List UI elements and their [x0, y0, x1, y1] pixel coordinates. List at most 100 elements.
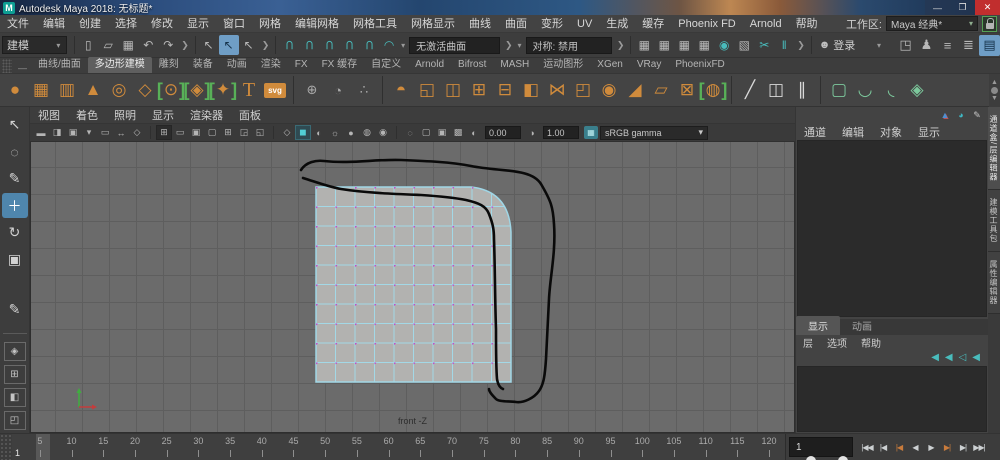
group-expander[interactable]: ❯: [178, 40, 192, 51]
create-empty-layer-icon[interactable]: ◁: [959, 352, 967, 363]
move-layer-up-icon[interactable]: ◀: [931, 352, 939, 363]
channel-box-menu-item[interactable]: 显示: [910, 124, 948, 140]
symmetry-field[interactable]: 对称: 禁用: [526, 37, 612, 54]
shelf-tab[interactable]: Arnold: [408, 57, 451, 73]
minimize-button[interactable]: —: [925, 0, 950, 15]
hypershade-layout-button[interactable]: ◰: [4, 411, 26, 430]
exposure-icon[interactable]: ◐: [466, 125, 482, 140]
shelf-tab[interactable]: VRay: [630, 57, 668, 73]
shelf-grip[interactable]: [2, 59, 12, 73]
shelf-tab[interactable]: PhoenixFD: [668, 57, 731, 73]
snap-to-view-plane-icon[interactable]: ⊂: [359, 35, 379, 55]
select-by-component-icon[interactable]: ↖: [239, 35, 259, 55]
lock-camera-icon[interactable]: ◨: [49, 125, 65, 140]
poly-plane-icon[interactable]: ◇: [132, 76, 158, 104]
group-expander[interactable]: ❯: [502, 40, 516, 51]
shelf-separator[interactable]: [293, 76, 294, 104]
viewport-canvas[interactable]: front -Z: [30, 142, 795, 433]
chevron-down-icon[interactable]: ▾: [399, 41, 407, 50]
colorspace-selector[interactable]: sRGB gamma ▾: [600, 126, 708, 140]
safe-title-icon[interactable]: ◱: [252, 125, 268, 140]
grid-fill-icon[interactable]: ⊟: [492, 76, 518, 104]
shelf-tab[interactable]: XGen: [590, 57, 630, 73]
shelf-tab[interactable]: MASH: [493, 57, 536, 73]
group-expander[interactable]: ❯: [614, 40, 628, 51]
poly-disc-icon[interactable]: ⊙: [158, 76, 184, 104]
shaded-icon[interactable]: ◼: [295, 125, 311, 140]
menu-item[interactable]: 窗口: [216, 15, 252, 33]
menu-item[interactable]: 缓存: [635, 15, 671, 33]
shelf-tab[interactable]: FX: [288, 57, 315, 73]
step-back-frame-button[interactable]: |◀: [875, 437, 891, 457]
move-tool[interactable]: ＋: [2, 193, 28, 218]
resolution-gate-icon[interactable]: ▣: [188, 125, 204, 140]
workspace-lock-button[interactable]: [982, 16, 997, 32]
circularize-icon[interactable]: ◉: [596, 76, 622, 104]
chevron-down-icon[interactable]: ▾: [515, 41, 523, 50]
shadows-icon[interactable]: ●: [343, 125, 359, 140]
menu-item[interactable]: 网格: [252, 15, 288, 33]
relax-brush-icon[interactable]: ◡: [852, 76, 878, 104]
hypershade-icon[interactable]: ▧: [734, 35, 754, 55]
menu-item[interactable]: 文件: [0, 15, 36, 33]
layer-menu-item[interactable]: 选项: [820, 335, 854, 350]
timeline-grip[interactable]: [0, 434, 12, 460]
shelf-tab[interactable]: FX 缓存: [315, 57, 365, 73]
snap-to-point-icon[interactable]: ⊂: [319, 35, 339, 55]
ambient-occlusion-icon[interactable]: ◍: [359, 125, 375, 140]
scale-tool[interactable]: ▣: [2, 247, 28, 272]
shelf-tab[interactable]: Bifrost: [451, 57, 493, 73]
persp-outliner-layout-button[interactable]: ◧: [4, 388, 26, 407]
shelf-tab[interactable]: 雕刻: [152, 57, 186, 73]
toolbar-separator[interactable]: [150, 126, 151, 139]
current-frame-field[interactable]: [789, 437, 853, 457]
duplicate-face-icon[interactable]: ▱: [648, 76, 674, 104]
extract-face-icon[interactable]: ⊠: [674, 76, 700, 104]
menu-item[interactable]: 曲线: [462, 15, 498, 33]
grid-toggle-icon[interactable]: ⊞: [156, 125, 172, 140]
show-manipulator-icon[interactable]: ▲: [938, 109, 952, 122]
modeling-toolkit-toggle[interactable]: ◳: [895, 35, 916, 56]
four-pane-layout-button[interactable]: ⊞: [4, 365, 26, 384]
side-tab[interactable]: 通道盒/层编辑器: [988, 107, 1000, 190]
insert-edge-loop-icon[interactable]: ◫: [763, 76, 789, 104]
gamma-field[interactable]: [543, 126, 579, 139]
sign-in-button[interactable]: ☻ 登录 ▾: [815, 36, 887, 54]
channel-box-menu-item[interactable]: 编辑: [834, 124, 872, 140]
menu-item[interactable]: 修改: [144, 15, 180, 33]
bevel-icon[interactable]: ◢: [622, 76, 648, 104]
save-scene-icon[interactable]: ▦: [118, 35, 138, 55]
oriented-view-icon[interactable]: ◇: [129, 125, 145, 140]
open-scene-icon[interactable]: ▱: [98, 35, 118, 55]
menu-item[interactable]: 编辑: [36, 15, 72, 33]
offset-edge-loop-icon[interactable]: ∥: [789, 76, 815, 104]
gamma-icon[interactable]: ◑: [524, 125, 540, 140]
center-pivot-icon[interactable]: ⊕: [299, 76, 325, 104]
shelf-scrollbar[interactable]: ▲ ▼: [989, 74, 1000, 107]
xray-icon[interactable]: ▢: [418, 125, 434, 140]
paint-select-tool[interactable]: ✎: [2, 166, 28, 191]
play-forwards-button[interactable]: ▶: [923, 437, 939, 457]
rotate-tool[interactable]: ↻: [2, 220, 28, 245]
shelf-tab[interactable]: 多边形建模: [88, 57, 152, 73]
move-layer-down-icon[interactable]: ◀: [945, 352, 953, 363]
attribute-editor-toggle[interactable]: ≣: [958, 35, 979, 56]
fill-hole-icon[interactable]: ⊞: [466, 76, 492, 104]
toolbar-separator[interactable]: [396, 126, 397, 139]
poly-sphere-icon[interactable]: ●: [2, 76, 28, 104]
layer-list-area[interactable]: [797, 366, 987, 432]
render-current-frame-icon[interactable]: ▦: [654, 35, 674, 55]
go-to-start-button[interactable]: |◀◀: [859, 437, 875, 457]
shelf-tab[interactable]: 装备: [186, 57, 220, 73]
exposure-field[interactable]: [485, 126, 521, 139]
wireframe-icon[interactable]: ◇: [279, 125, 295, 140]
color-management-icon[interactable]: ▦: [584, 126, 598, 139]
delete-history-icon[interactable]: ◔: [325, 76, 351, 104]
image-plane-icon[interactable]: ▭: [97, 125, 113, 140]
select-by-object-icon[interactable]: ↖: [219, 35, 239, 55]
group-expander[interactable]: ❯: [794, 40, 808, 51]
gate-mask-icon[interactable]: ▢: [204, 125, 220, 140]
menu-item[interactable]: 创建: [72, 15, 108, 33]
field-chart-icon[interactable]: ⊞: [220, 125, 236, 140]
workspace-selector[interactable]: Maya 经典* ▾: [886, 16, 978, 31]
